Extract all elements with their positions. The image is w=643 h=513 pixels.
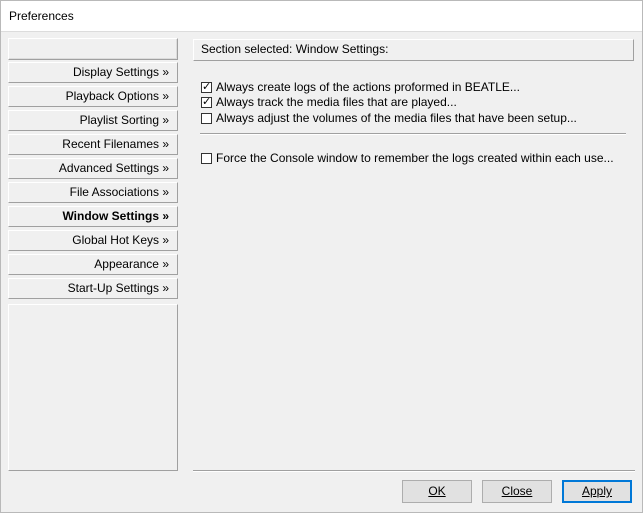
footer-divider [193, 470, 635, 472]
sidebar-item-appearance[interactable]: Appearance » [8, 254, 178, 275]
sidebar-header [8, 38, 178, 60]
option-label: Always track the media files that are pl… [216, 95, 457, 109]
checkbox-track-media[interactable]: ✓ [201, 95, 212, 108]
apply-button-label: Apply [581, 484, 613, 498]
sidebar-item-global-hot-keys[interactable]: Global Hot Keys » [8, 230, 178, 251]
sidebar-item-playlist-sorting[interactable]: Playlist Sorting » [8, 110, 178, 131]
option-label: Force the Console window to remember the… [216, 151, 614, 165]
section-header: Section selected: Window Settings: [193, 39, 634, 61]
checkbox-adjust-volumes[interactable] [201, 112, 212, 124]
sidebar-item-advanced-settings[interactable]: Advanced Settings » [8, 158, 178, 179]
ok-button-label: OK [428, 484, 446, 498]
close-button[interactable]: Close [482, 480, 552, 503]
ok-button[interactable]: OK [402, 480, 472, 503]
checkbox-console-remember-logs[interactable] [201, 152, 212, 164]
separator [200, 133, 626, 135]
sidebar-item-start-up-settings[interactable]: Start-Up Settings » [8, 278, 178, 299]
checkmark-icon: ✓ [202, 95, 212, 108]
option-console-remember-logs[interactable]: Force the Console window to remember the… [201, 150, 614, 166]
sidebar-item-playback-options[interactable]: Playback Options » [8, 86, 178, 107]
option-create-logs[interactable]: ✓ Always create logs of the actions prof… [201, 79, 520, 95]
window-title: Preferences [9, 9, 74, 23]
sidebar-item-window-settings[interactable]: Window Settings » [8, 206, 178, 227]
option-track-media[interactable]: ✓ Always track the media files that are … [201, 94, 457, 110]
option-label: Always adjust the volumes of the media f… [216, 111, 577, 125]
option-label: Always create logs of the actions profor… [216, 80, 520, 94]
sidebar: Display Settings » Playback Options » Pl… [8, 38, 178, 471]
sidebar-item-file-associations[interactable]: File Associations » [8, 182, 178, 203]
title-bar: Preferences [0, 0, 643, 32]
apply-button[interactable]: Apply [562, 480, 632, 503]
checkmark-icon: ✓ [202, 80, 212, 93]
close-button-label: Close [501, 484, 533, 498]
sidebar-item-display-settings[interactable]: Display Settings » [8, 62, 178, 83]
option-adjust-volumes[interactable]: Always adjust the volumes of the media f… [201, 110, 577, 126]
sidebar-item-recent-filenames[interactable]: Recent Filenames » [8, 134, 178, 155]
sidebar-empty-area [8, 304, 178, 471]
checkbox-create-logs[interactable]: ✓ [201, 80, 212, 93]
